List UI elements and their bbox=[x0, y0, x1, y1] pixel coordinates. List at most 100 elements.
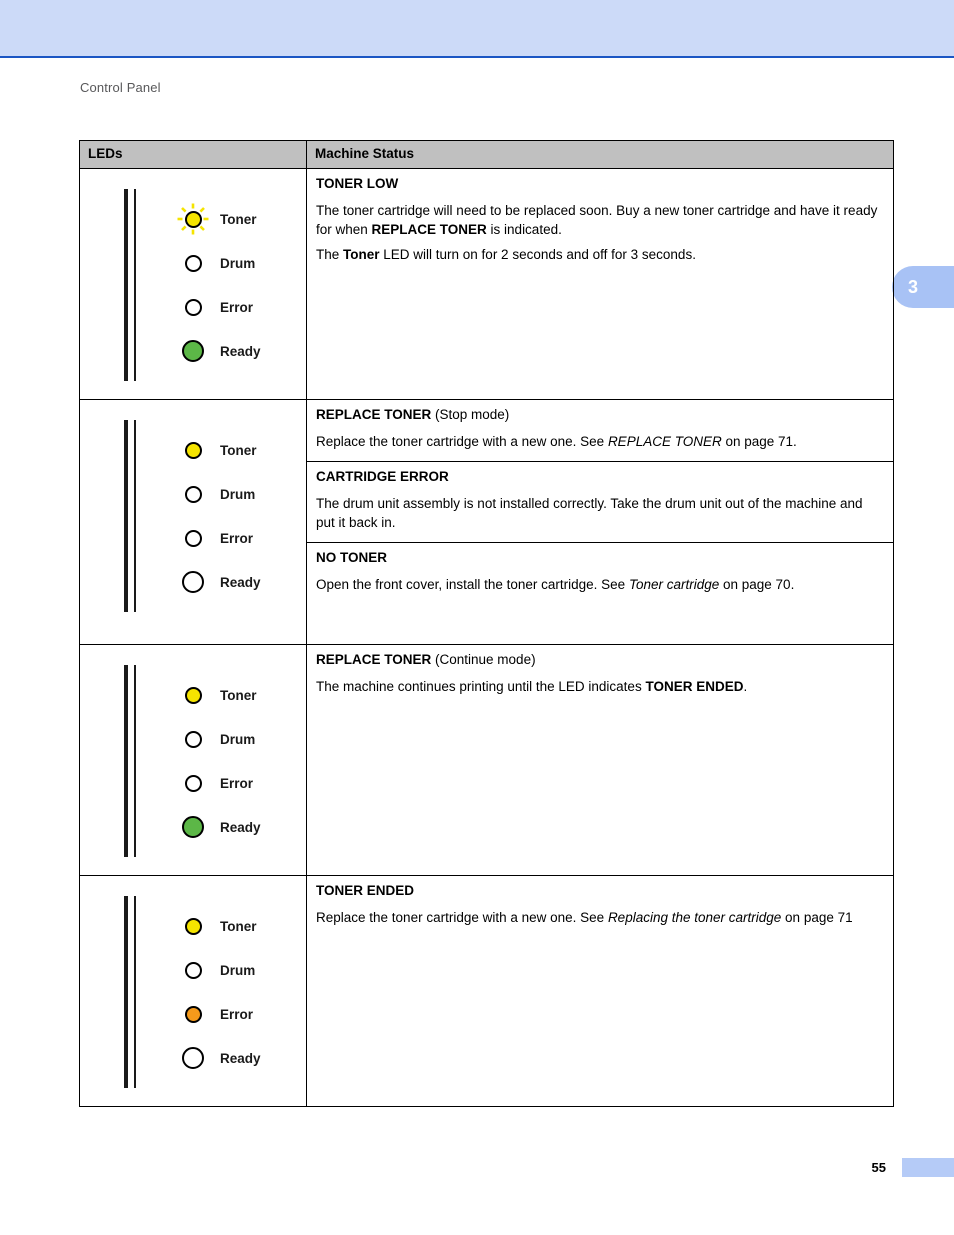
running-head: Control Panel bbox=[80, 80, 161, 95]
table-header-row: LEDs Machine Status bbox=[79, 140, 894, 169]
led-row-ready: Ready bbox=[80, 1036, 306, 1080]
led-indicator-toner-blinking bbox=[176, 202, 210, 236]
led-indicator-toner-on bbox=[176, 433, 210, 467]
status-cell-replace-toner-stop: REPLACE TONER (Stop mode) Replace the to… bbox=[306, 398, 894, 646]
status-paragraph: The drum unit assembly is not installed … bbox=[316, 495, 863, 531]
status-block: CARTRIDGE ERROR The drum unit assembly i… bbox=[307, 462, 893, 544]
text-run-bold: TONER ENDED bbox=[645, 679, 744, 695]
led-indicator-ready-green bbox=[176, 810, 210, 844]
led-dot bbox=[182, 1047, 204, 1070]
led-dot bbox=[184, 917, 202, 935]
led-dot bbox=[182, 340, 204, 362]
status-paragraph: Open the front cover, install the toner … bbox=[316, 575, 883, 594]
panel-bar-thick bbox=[124, 665, 128, 858]
led-label-drum: Drum bbox=[220, 486, 256, 502]
led-indicator-error-off bbox=[176, 290, 210, 324]
led-label-toner: Toner bbox=[220, 442, 257, 458]
chapter-tab-number: 3 bbox=[908, 276, 919, 297]
text-run: on page 71. bbox=[721, 433, 797, 449]
status-title: TONER ENDED bbox=[316, 883, 883, 900]
led-dot bbox=[184, 686, 202, 704]
panel-bar-thin bbox=[134, 665, 136, 858]
led-panel-cell-replace-toner-stop: Toner Drum Error Ready bbox=[79, 398, 307, 646]
text-run: Open the front cover, install the toner … bbox=[316, 577, 629, 593]
led-dot bbox=[184, 1005, 202, 1023]
led-label-toner: Toner bbox=[220, 211, 257, 227]
led-dot bbox=[184, 774, 202, 792]
led-dot bbox=[184, 961, 202, 979]
led-label-ready: Ready bbox=[220, 819, 261, 835]
status-title-text: REPLACE TONER bbox=[316, 407, 432, 422]
panel-bar-thin bbox=[134, 896, 136, 1089]
status-paragraph: Replace the toner cartridge with a new o… bbox=[316, 432, 883, 451]
text-run: Replace the toner cartridge with a new o… bbox=[316, 433, 608, 449]
status-title-text: TONER ENDED bbox=[316, 883, 415, 899]
led-indicator-ready-off bbox=[176, 1041, 210, 1075]
status-paragraph: Replace the toner cartridge with a new o… bbox=[316, 908, 883, 927]
status-cell-toner-ended: TONER ENDED Replace the toner cartridge … bbox=[306, 875, 894, 1108]
page-number: 55 bbox=[871, 1160, 886, 1175]
status-paragraph: The toner cartridge will need to be repl… bbox=[316, 201, 883, 239]
led-label-drum: Drum bbox=[220, 731, 256, 747]
led-row-drum: Drum bbox=[80, 717, 306, 761]
text-run: The machine continues printing until the… bbox=[316, 679, 646, 695]
led-label-ready: Ready bbox=[220, 574, 261, 590]
panel-bar-thick bbox=[124, 896, 128, 1089]
status-title: REPLACE TONER (Continue mode) bbox=[316, 652, 883, 669]
led-indicator-ready-off bbox=[176, 565, 210, 599]
led-panel-cell-toner-low: Toner Drum Error Ready bbox=[79, 168, 307, 400]
led-row-toner: Toner bbox=[80, 197, 306, 241]
text-run-italic: REPLACE TONER bbox=[607, 433, 722, 449]
text-run: . bbox=[743, 679, 748, 695]
status-title: CARTRIDGE ERROR bbox=[316, 469, 883, 486]
text-run-italic: Toner cartridge bbox=[628, 577, 720, 593]
text-run: Replace the toner cartridge with a new o… bbox=[316, 910, 608, 926]
led-dot bbox=[184, 298, 202, 316]
led-label-error: Error bbox=[220, 299, 254, 315]
status-title-text: CARTRIDGE ERROR bbox=[316, 469, 449, 485]
led-indicator-drum-off bbox=[176, 953, 210, 987]
led-indicator-error-orange bbox=[176, 997, 210, 1031]
led-dot bbox=[182, 571, 204, 593]
led-panel-cell-replace-toner-continue: Toner Drum Error Ready bbox=[79, 644, 307, 877]
led-label-toner: Toner bbox=[220, 918, 257, 934]
status-title: NO TONER bbox=[316, 550, 883, 567]
led-indicator-toner-on bbox=[176, 678, 210, 712]
led-dot bbox=[184, 441, 202, 459]
footer-accent-bar bbox=[902, 1158, 954, 1177]
led-panel: Toner Drum Error Ready bbox=[80, 876, 306, 1106]
led-indicator-drum-off bbox=[176, 722, 210, 756]
led-row-error: Error bbox=[80, 992, 306, 1036]
led-indicator-ready-green bbox=[176, 334, 210, 368]
table-row: Toner Drum Error bbox=[79, 398, 894, 646]
led-panel-cell-toner-ended: Toner Drum Error Ready bbox=[79, 875, 307, 1108]
led-label-drum: Drum bbox=[220, 962, 256, 978]
led-row-ready: Ready bbox=[80, 329, 306, 373]
text-run-italic: Replacing the toner cartridge bbox=[607, 910, 782, 926]
text-run-bold: REPLACE TONER bbox=[371, 222, 487, 238]
column-header-machine-status: Machine Status bbox=[306, 140, 894, 169]
led-panel: Toner Drum Error Ready bbox=[80, 645, 306, 875]
led-row-toner: Toner bbox=[80, 428, 306, 472]
status-paragraph: The machine continues printing until the… bbox=[316, 677, 883, 696]
status-cell-toner-low: TONER LOW The toner cartridge will need … bbox=[306, 168, 894, 400]
led-indicator-drum-off bbox=[176, 477, 210, 511]
status-block: NO TONER Open the front cover, install t… bbox=[307, 543, 893, 644]
led-row-drum: Drum bbox=[80, 472, 306, 516]
led-dot bbox=[182, 816, 204, 839]
led-indicator-error-off bbox=[176, 766, 210, 800]
led-indicator-error-off bbox=[176, 521, 210, 555]
text-run-bold: Toner bbox=[343, 247, 380, 263]
led-status-table: LEDs Machine Status Toner Drum Error Rea… bbox=[79, 140, 894, 1108]
status-block: TONER ENDED Replace the toner cartridge … bbox=[307, 876, 893, 1065]
table-row: Toner Drum Error bbox=[79, 168, 894, 400]
text-run: LED will turn on for 2 seconds and off f… bbox=[379, 247, 696, 263]
panel-bar-thick bbox=[124, 189, 128, 381]
status-title-text: REPLACE TONER bbox=[316, 652, 432, 668]
led-label-drum: Drum bbox=[220, 255, 256, 271]
status-block: REPLACE TONER (Stop mode) Replace the to… bbox=[307, 400, 893, 463]
led-panel: Toner Drum Error Ready bbox=[80, 169, 306, 399]
panel-bar-thin bbox=[134, 189, 136, 381]
led-label-ready: Ready bbox=[220, 343, 261, 359]
led-row-toner: Toner bbox=[80, 904, 306, 948]
